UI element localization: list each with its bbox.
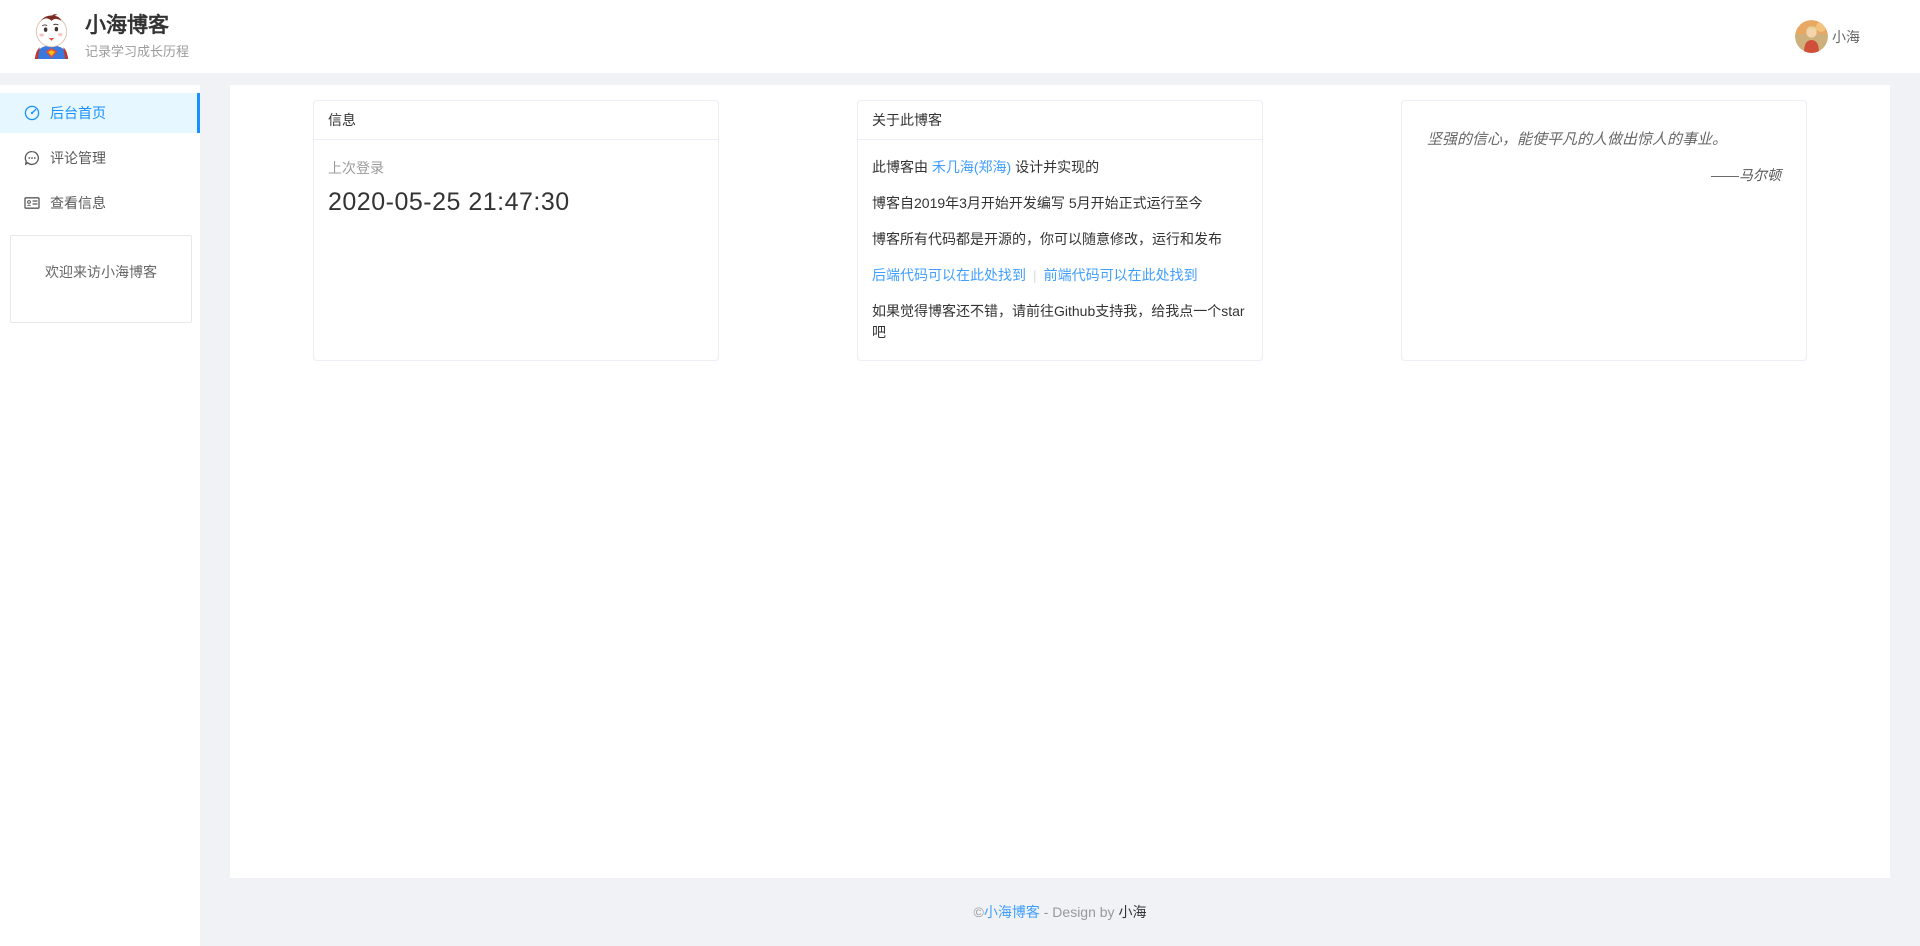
page-footer: © 小海博客 - Design by 小海	[230, 878, 1890, 946]
info-card-body: 上次登录 2020-05-25 21:47:30	[314, 140, 718, 235]
blog-logo-icon	[28, 13, 75, 60]
quote-text: 坚强的信心，能使平凡的人做出惊人的事业。	[1427, 129, 1781, 151]
link-divider: |	[1026, 267, 1044, 283]
footer-middle-text: - Design by	[1040, 904, 1119, 920]
about-line-author-prefix: 此博客由	[872, 159, 932, 175]
comment-icon	[24, 150, 40, 166]
last-login-label: 上次登录	[328, 158, 704, 178]
user-menu[interactable]: 小海	[1795, 20, 1860, 53]
backend-code-link[interactable]: 后端代码可以在此处找到	[872, 267, 1026, 283]
sidebar-item-label: 后台首页	[50, 103, 106, 123]
about-line-star: 如果觉得博客还不错，请前往Github支持我，给我点一个star吧	[872, 301, 1248, 343]
footer-site-link[interactable]: 小海博客	[984, 902, 1040, 922]
app-header: 小海博客 记录学习成长历程 小海	[0, 0, 1920, 73]
logo-text: 小海博客 记录学习成长历程	[85, 13, 189, 60]
about-card: 关于此博客 此博客由 禾几海(郑海) 设计并实现的 博客自2019年3月开始开发…	[857, 100, 1263, 361]
info-card-title: 信息	[314, 101, 718, 140]
quote-author: ——马尔顿	[1427, 165, 1781, 185]
sidebar-item-comments[interactable]: 评论管理	[0, 138, 200, 178]
about-line-author-suffix: 设计并实现的	[1011, 159, 1099, 175]
sidebar-item-label: 评论管理	[50, 148, 106, 168]
user-name[interactable]: 小海	[1832, 27, 1860, 47]
site-subtitle: 记录学习成长历程	[85, 41, 189, 60]
avatar-image-icon	[1795, 20, 1828, 53]
about-card-body: 此博客由 禾几海(郑海) 设计并实现的 博客自2019年3月开始开发编写 5月开…	[858, 140, 1262, 361]
sidebar-item-dashboard[interactable]: 后台首页	[0, 93, 200, 133]
last-login-time: 2020-05-25 21:47:30	[328, 188, 704, 217]
about-line-code-links: 后端代码可以在此处找到|前端代码可以在此处找到	[872, 265, 1248, 286]
sidebar-item-label: 查看信息	[50, 193, 106, 213]
welcome-text: 欢迎来访小海博客	[45, 262, 157, 282]
site-title: 小海博客	[85, 13, 189, 38]
dashboard-icon	[24, 105, 40, 121]
author-link[interactable]: 禾几海(郑海)	[932, 159, 1011, 175]
logo: 小海博客 记录学习成长历程	[28, 13, 189, 60]
about-line-author: 此博客由 禾几海(郑海) 设计并实现的	[872, 157, 1248, 178]
about-card-title: 关于此博客	[858, 101, 1262, 140]
page-body: 后台首页 评论管理 查看信息 欢迎来访小海博客	[0, 73, 1920, 946]
welcome-box: 欢迎来访小海博客	[10, 235, 192, 323]
content-panel: 信息 上次登录 2020-05-25 21:47:30 关于此博客 此博客由 禾…	[230, 85, 1890, 878]
sidebar: 后台首页 评论管理 查看信息 欢迎来访小海博客	[0, 85, 200, 946]
footer-designer: 小海	[1118, 902, 1146, 922]
info-card: 信息 上次登录 2020-05-25 21:47:30	[313, 100, 719, 361]
quote-card: 坚强的信心，能使平凡的人做出惊人的事业。 ——马尔顿	[1401, 100, 1807, 361]
idcard-icon	[24, 195, 40, 211]
sidebar-item-view-info[interactable]: 查看信息	[0, 183, 200, 223]
user-avatar[interactable]	[1795, 20, 1828, 53]
footer-copyright: ©	[974, 904, 984, 920]
about-line-opensource: 博客所有代码都是开源的，你可以随意修改，运行和发布	[872, 229, 1248, 250]
main-column: 信息 上次登录 2020-05-25 21:47:30 关于此博客 此博客由 禾…	[230, 85, 1890, 946]
frontend-code-link[interactable]: 前端代码可以在此处找到	[1044, 267, 1198, 283]
about-line-history: 博客自2019年3月开始开发编写 5月开始正式运行至今	[872, 193, 1248, 214]
